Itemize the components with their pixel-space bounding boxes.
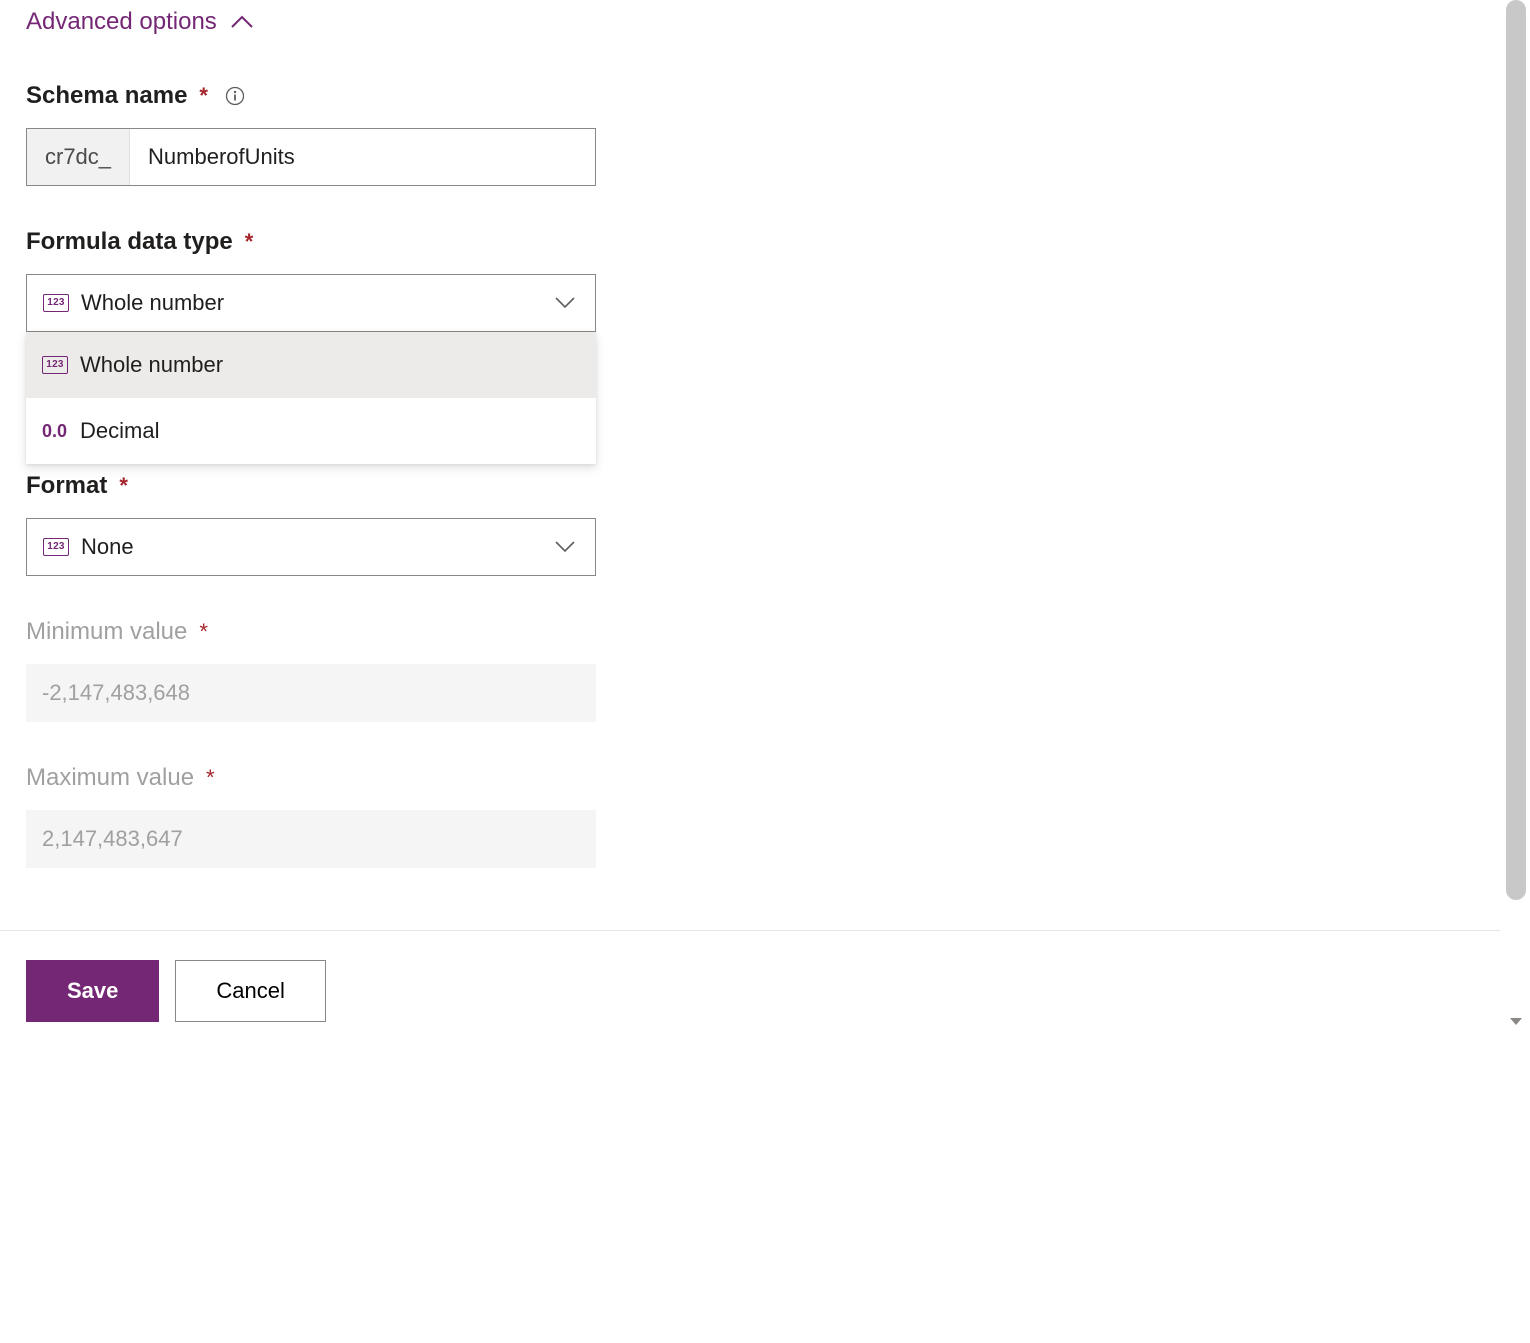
number-icon: 123 [43, 294, 73, 312]
formula-data-type-select[interactable]: 123 Whole number [26, 274, 596, 332]
format-label: Format * [26, 472, 1500, 500]
maximum-value-input: 2,147,483,647 [26, 810, 596, 868]
number-icon: 123 [43, 538, 73, 556]
formula-data-type-label: Formula data type * [26, 228, 1500, 256]
format-selected: None [81, 534, 551, 560]
schema-name-input[interactable] [130, 129, 595, 185]
required-asterisk: * [199, 83, 208, 109]
save-button[interactable]: Save [26, 960, 159, 1022]
chevron-down-icon [551, 541, 579, 553]
scrollbar-thumb[interactable] [1506, 0, 1526, 900]
schema-name-input-group: cr7dc_ [26, 128, 596, 186]
option-whole-number[interactable]: 123 Whole number [26, 332, 596, 398]
minimum-value-value: -2,147,483,648 [42, 680, 190, 706]
chevron-down-icon [551, 297, 579, 309]
maximum-value-label: Maximum value * [26, 764, 1500, 792]
formula-data-type-field: Formula data type * 123 Whole number 123… [26, 228, 1500, 332]
maximum-value-label-text: Maximum value [26, 764, 194, 792]
format-select[interactable]: 123 None [26, 518, 596, 576]
scrollbar-down-arrow-icon[interactable] [1506, 1014, 1526, 1030]
number-icon: 123 [42, 356, 72, 374]
option-label: Whole number [80, 352, 223, 378]
formula-data-type-dropdown: 123 Whole number 0.0 Decimal [26, 332, 596, 464]
schema-name-label: Schema name * [26, 82, 1500, 110]
maximum-value-value: 2,147,483,647 [42, 826, 183, 852]
option-decimal[interactable]: 0.0 Decimal [26, 398, 596, 464]
option-label: Decimal [80, 418, 159, 444]
footer-divider [0, 930, 1500, 931]
maximum-value-field: Maximum value * 2,147,483,647 [26, 764, 1500, 868]
required-asterisk: * [206, 765, 215, 791]
minimum-value-field: Minimum value * -2,147,483,648 [26, 618, 1500, 722]
required-asterisk: * [199, 619, 208, 645]
minimum-value-label-text: Minimum value [26, 618, 187, 646]
format-label-text: Format [26, 472, 107, 500]
schema-name-label-text: Schema name [26, 82, 187, 110]
advanced-options-toggle[interactable]: Advanced options [26, 8, 1500, 36]
minimum-value-label: Minimum value * [26, 618, 1500, 646]
schema-name-field: Schema name * cr7dc_ [26, 82, 1500, 186]
required-asterisk: * [119, 473, 128, 499]
form-scroll-area: Advanced options Schema name * cr7dc_ [0, 0, 1500, 930]
advanced-options-label: Advanced options [26, 8, 217, 36]
chevron-up-icon [231, 15, 253, 29]
cancel-button[interactable]: Cancel [175, 960, 325, 1022]
footer-actions: Save Cancel [26, 960, 326, 1022]
panel-viewport: Advanced options Schema name * cr7dc_ [0, 0, 1530, 1343]
schema-prefix: cr7dc_ [27, 129, 130, 185]
minimum-value-input: -2,147,483,648 [26, 664, 596, 722]
decimal-icon: 0.0 [42, 421, 72, 442]
format-field: Format * 123 None [26, 472, 1500, 576]
scrollbar-track[interactable] [1502, 0, 1530, 1030]
info-icon[interactable] [224, 85, 246, 107]
required-asterisk: * [245, 229, 254, 255]
formula-data-type-label-text: Formula data type [26, 228, 233, 256]
formula-data-type-selected: Whole number [81, 290, 551, 316]
